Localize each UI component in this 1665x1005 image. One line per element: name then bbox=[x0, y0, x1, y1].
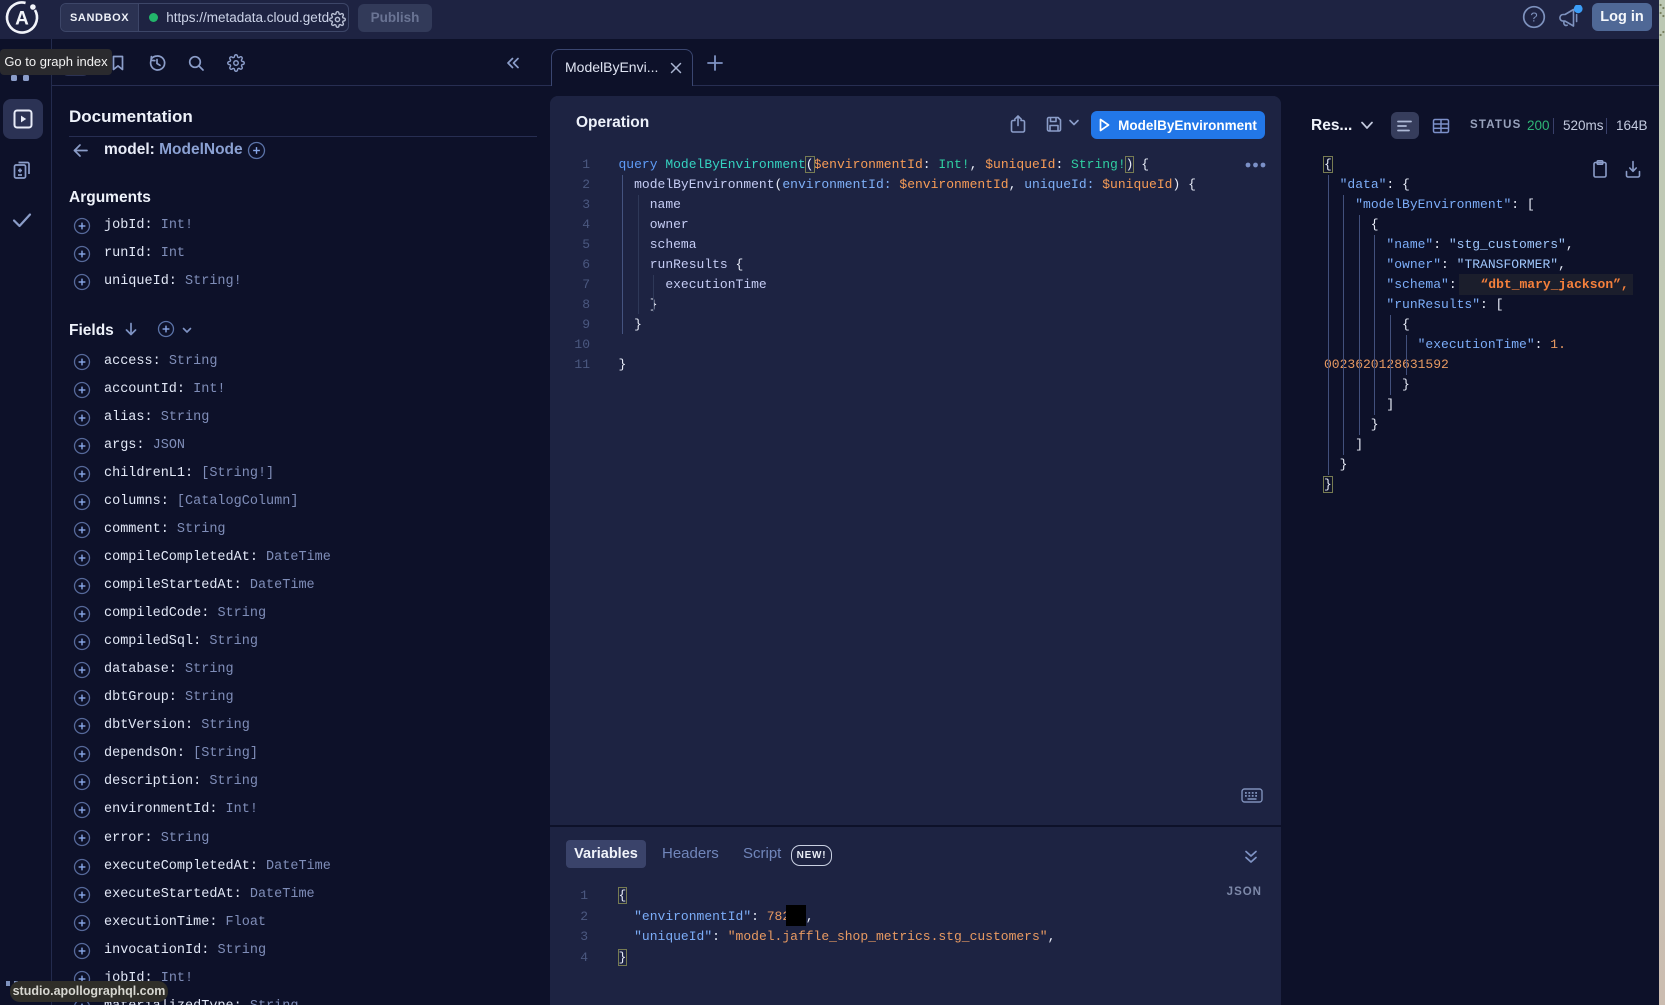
svg-text:A: A bbox=[15, 9, 29, 30]
svg-text:?: ? bbox=[1530, 10, 1537, 25]
